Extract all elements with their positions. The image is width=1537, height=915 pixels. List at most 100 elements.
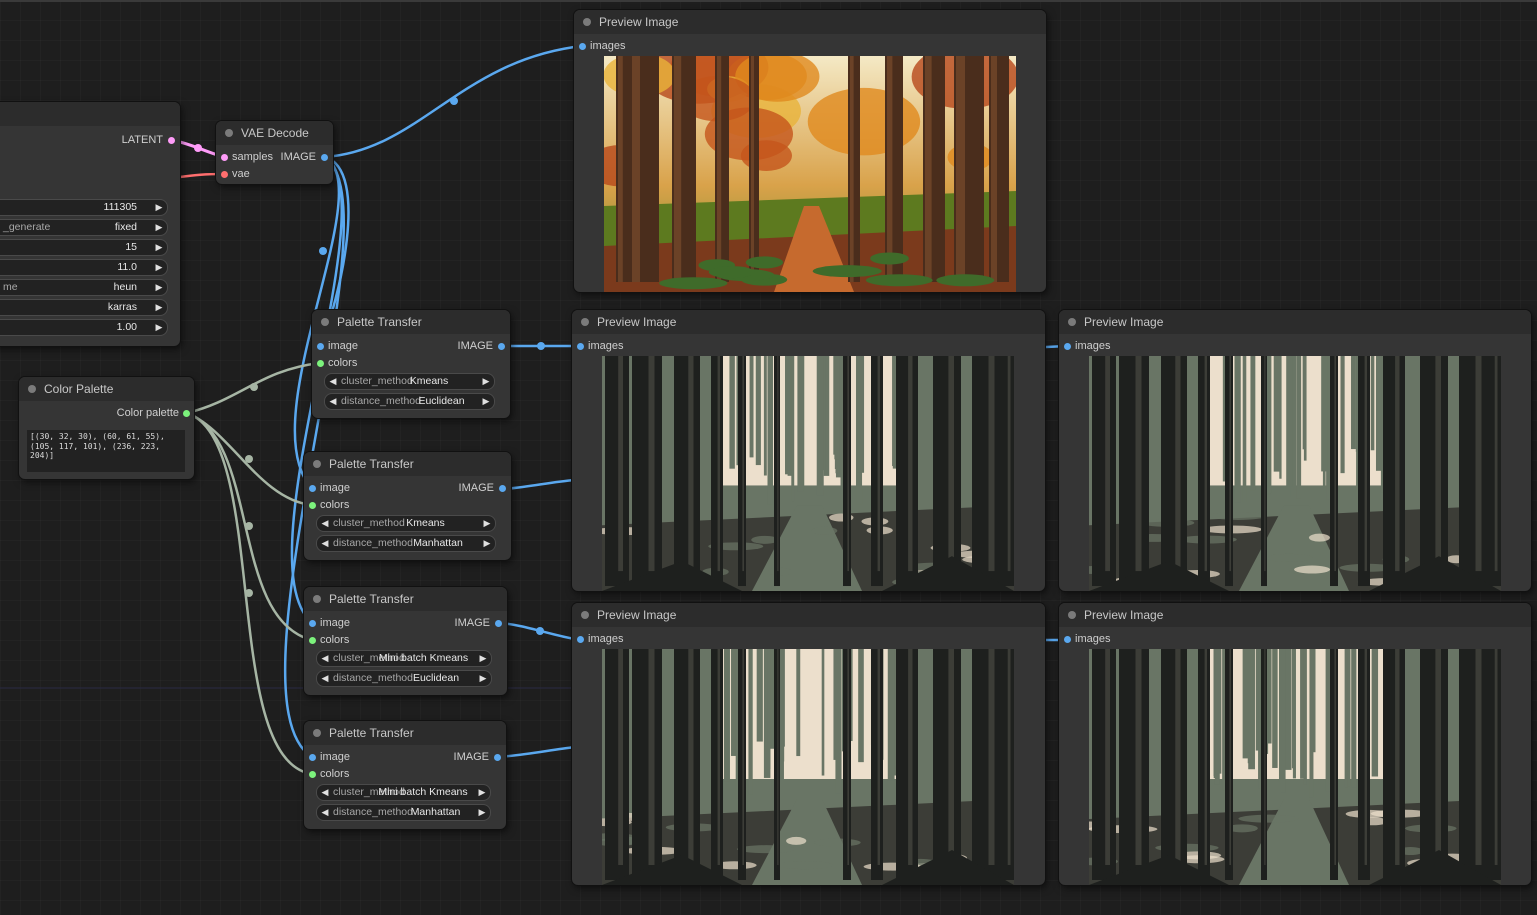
prev-arrow-icon[interactable]: ◀ bbox=[328, 374, 338, 389]
image-input-dot[interactable] bbox=[309, 620, 316, 627]
preview-image-node[interactable]: Preview Image images bbox=[1059, 310, 1531, 591]
collapse-dot-icon[interactable] bbox=[581, 611, 589, 619]
image-output-dot[interactable] bbox=[321, 154, 328, 161]
colors-input-dot[interactable] bbox=[317, 360, 324, 367]
cluster-method-select[interactable]: ◀ cluster_method Kmeans ▶ bbox=[324, 373, 495, 390]
image-output-dot[interactable] bbox=[494, 754, 501, 761]
increment-arrow-icon[interactable]: ▶ bbox=[154, 280, 164, 295]
preview-image-node[interactable]: Preview Image images bbox=[572, 603, 1045, 885]
collapse-dot-icon[interactable] bbox=[313, 595, 321, 603]
palette-transfer-node[interactable]: Palette Transfer image colors IMAGE ◀ cluster… bbox=[304, 587, 507, 695]
next-arrow-icon[interactable]: ▶ bbox=[477, 785, 487, 800]
ksampler-widget[interactable]: 15 ▶ bbox=[0, 239, 168, 256]
image-input-dot[interactable] bbox=[309, 485, 316, 492]
palette-transfer-node[interactable]: Palette Transfer image colors IMAGE ◀ cluster… bbox=[312, 310, 510, 418]
ksampler-widget[interactable]: me heun ▶ bbox=[0, 279, 168, 296]
vae-input-dot[interactable] bbox=[221, 171, 228, 178]
collapse-dot-icon[interactable] bbox=[313, 729, 321, 737]
collapse-dot-icon[interactable] bbox=[313, 460, 321, 468]
preview-image-title[interactable]: Preview Image bbox=[1059, 310, 1531, 334]
distance-method-select[interactable]: ◀ distance_method Euclidean ▶ bbox=[316, 670, 492, 687]
ksampler-widget[interactable]: _generate fixed ▶ bbox=[0, 219, 168, 236]
images-input-dot[interactable] bbox=[577, 636, 584, 643]
increment-arrow-icon[interactable]: ▶ bbox=[154, 240, 164, 255]
next-arrow-icon[interactable]: ▶ bbox=[482, 516, 492, 531]
increment-arrow-icon[interactable]: ▶ bbox=[154, 260, 164, 275]
prev-arrow-icon[interactable]: ◀ bbox=[320, 536, 330, 551]
image-output-dot[interactable] bbox=[498, 343, 505, 350]
collapse-dot-icon[interactable] bbox=[1068, 611, 1076, 619]
images-input-dot[interactable] bbox=[579, 43, 586, 50]
image-wire-out-4 bbox=[498, 745, 576, 759]
image-output-dot[interactable] bbox=[499, 485, 506, 492]
ksampler-widget[interactable]: 1.00 ▶ bbox=[0, 319, 168, 336]
colors-input-dot[interactable] bbox=[309, 502, 316, 509]
increment-arrow-icon[interactable]: ▶ bbox=[154, 220, 164, 235]
palette-transfer-node[interactable]: Palette Transfer image colors IMAGE ◀ cluster… bbox=[304, 721, 506, 829]
distance-method-select[interactable]: ◀ distance_method Euclidean ▶ bbox=[324, 393, 495, 410]
ksampler-widget[interactable]: karras ▶ bbox=[0, 299, 168, 316]
color-palette-title[interactable]: Color Palette bbox=[19, 377, 194, 401]
vae-decode-title[interactable]: VAE Decode bbox=[216, 121, 333, 145]
next-arrow-icon[interactable]: ▶ bbox=[481, 394, 491, 409]
prev-arrow-icon[interactable]: ◀ bbox=[320, 651, 330, 666]
increment-arrow-icon[interactable]: ▶ bbox=[154, 200, 164, 215]
images-input-dot[interactable] bbox=[1064, 636, 1071, 643]
palette-textarea[interactable]: [(30, 32, 30), (60, 61, 55), (105, 117, … bbox=[27, 430, 185, 472]
preview-image-title[interactable]: Preview Image bbox=[1059, 603, 1531, 627]
image-input-dot[interactable] bbox=[317, 343, 324, 350]
collapse-dot-icon[interactable] bbox=[1068, 318, 1076, 326]
palette-transfer-title[interactable]: Palette Transfer bbox=[304, 587, 507, 611]
cluster-method-select[interactable]: ◀ cluster_method Mini batch Kmeans ▶ bbox=[316, 650, 492, 667]
image-input-dot[interactable] bbox=[309, 754, 316, 761]
increment-arrow-icon[interactable]: ▶ bbox=[154, 300, 164, 315]
ksampler-widget[interactable]: 111305 ▶ bbox=[0, 199, 168, 216]
prev-arrow-icon[interactable]: ◀ bbox=[320, 671, 330, 686]
preview-image-title[interactable]: Preview Image bbox=[572, 603, 1045, 627]
prev-arrow-icon[interactable]: ◀ bbox=[320, 516, 330, 531]
cluster-method-select[interactable]: ◀ cluster_method Mini batch Kmeans ▶ bbox=[316, 784, 491, 801]
increment-arrow-icon[interactable]: ▶ bbox=[154, 320, 164, 335]
preview-image-title[interactable]: Preview Image bbox=[572, 310, 1045, 334]
collapse-dot-icon[interactable] bbox=[583, 18, 591, 26]
image-output-label: IMAGE bbox=[453, 751, 489, 763]
colors-input-dot[interactable] bbox=[309, 637, 316, 644]
collapse-dot-icon[interactable] bbox=[321, 318, 329, 326]
ksampler-node[interactable]: LATENT 111305 ▶ _generate fixed ▶ 15 ▶ 11.0 ▶ me h… bbox=[0, 102, 180, 346]
preview-image-node[interactable]: Preview Image images bbox=[572, 310, 1045, 591]
palette-transfer-title[interactable]: Palette Transfer bbox=[312, 310, 510, 334]
colors-input-dot[interactable] bbox=[309, 771, 316, 778]
palette-transfer-title[interactable]: Palette Transfer bbox=[304, 721, 506, 745]
images-input-dot[interactable] bbox=[1064, 343, 1071, 350]
preview-image-node[interactable]: Preview Image images bbox=[574, 10, 1046, 292]
images-input-dot[interactable] bbox=[577, 343, 584, 350]
palette-transfer-title[interactable]: Palette Transfer bbox=[304, 452, 511, 476]
ksampler-title-bar[interactable] bbox=[0, 102, 180, 126]
widget-value: 1.00 bbox=[116, 321, 137, 333]
color-palette-node[interactable]: Color Palette Color palette [(30, 32, 30… bbox=[19, 377, 194, 479]
colors-input-label: colors bbox=[320, 499, 350, 511]
ksampler-widget[interactable]: 11.0 ▶ bbox=[0, 259, 168, 276]
preview-image-node[interactable]: Preview Image images bbox=[1059, 603, 1531, 885]
distance-method-select[interactable]: ◀ distance_method Manhattan ▶ bbox=[316, 535, 496, 552]
palette-transfer-node[interactable]: Palette Transfer image colors IMAGE ◀ cluster… bbox=[304, 452, 511, 560]
next-arrow-icon[interactable]: ▶ bbox=[482, 536, 492, 551]
color-palette-output-dot[interactable] bbox=[183, 410, 190, 417]
samples-input-dot[interactable] bbox=[221, 154, 228, 161]
image-output-dot[interactable] bbox=[495, 620, 502, 627]
prev-arrow-icon[interactable]: ◀ bbox=[328, 394, 338, 409]
collapse-dot-icon[interactable] bbox=[581, 318, 589, 326]
collapse-dot-icon[interactable] bbox=[225, 129, 233, 137]
prev-arrow-icon[interactable]: ◀ bbox=[320, 785, 330, 800]
preview-image-title[interactable]: Preview Image bbox=[574, 10, 1046, 34]
collapse-dot-icon[interactable] bbox=[28, 385, 36, 393]
next-arrow-icon[interactable]: ▶ bbox=[477, 805, 487, 820]
next-arrow-icon[interactable]: ▶ bbox=[481, 374, 491, 389]
distance-method-select[interactable]: ◀ distance_method Manhattan ▶ bbox=[316, 804, 491, 821]
next-arrow-icon[interactable]: ▶ bbox=[478, 651, 488, 666]
next-arrow-icon[interactable]: ▶ bbox=[478, 671, 488, 686]
vae-decode-node[interactable]: VAE Decode samples vae IMAGE bbox=[216, 121, 333, 184]
cluster-method-select[interactable]: ◀ cluster_method Kmeans ▶ bbox=[316, 515, 496, 532]
prev-arrow-icon[interactable]: ◀ bbox=[320, 805, 330, 820]
latent-output-dot[interactable] bbox=[168, 137, 175, 144]
